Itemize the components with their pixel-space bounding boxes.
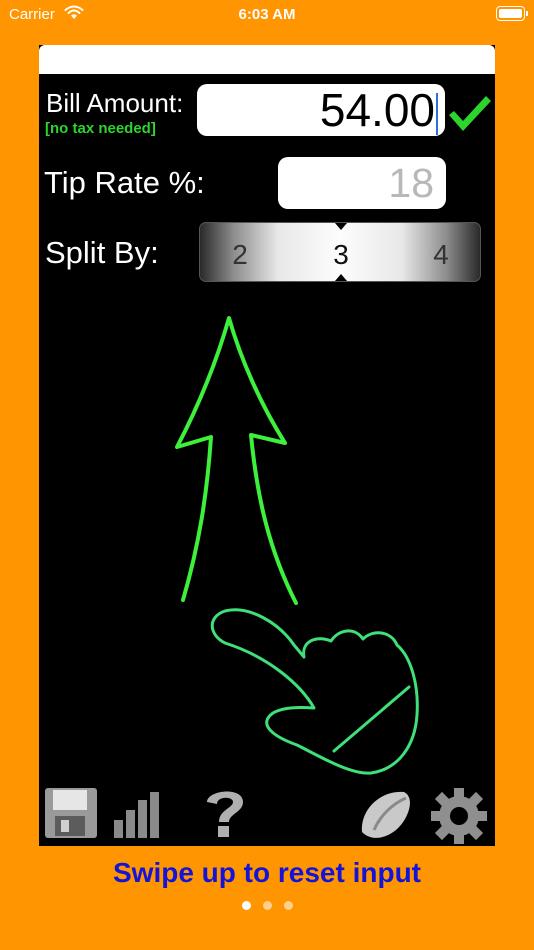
clock: 6:03 AM	[238, 6, 296, 23]
fortune-cookie-icon[interactable]	[358, 786, 420, 842]
page-indicator[interactable]	[0, 897, 534, 915]
app-screen: Bill Amount: [no tax needed] 54.00 Tip R…	[39, 45, 495, 846]
swipe-up-arrow-icon	[175, 316, 298, 605]
stats-icon[interactable]	[112, 790, 164, 840]
page-dot-3[interactable]	[283, 901, 293, 910]
swipe-hint-text: Swipe up to reset input	[112, 857, 421, 888]
page-dot-1[interactable]	[241, 901, 251, 910]
battery-icon	[496, 6, 528, 21]
page-dot-2[interactable]	[262, 901, 272, 910]
status-bar: Carrier 6:03 AM	[0, 0, 534, 30]
help-icon[interactable]	[201, 786, 249, 840]
save-icon[interactable]	[43, 786, 99, 840]
swipe-gesture-illustration	[175, 316, 419, 775]
pointing-hand-icon	[210, 608, 419, 775]
settings-gear-icon[interactable]	[429, 786, 489, 846]
